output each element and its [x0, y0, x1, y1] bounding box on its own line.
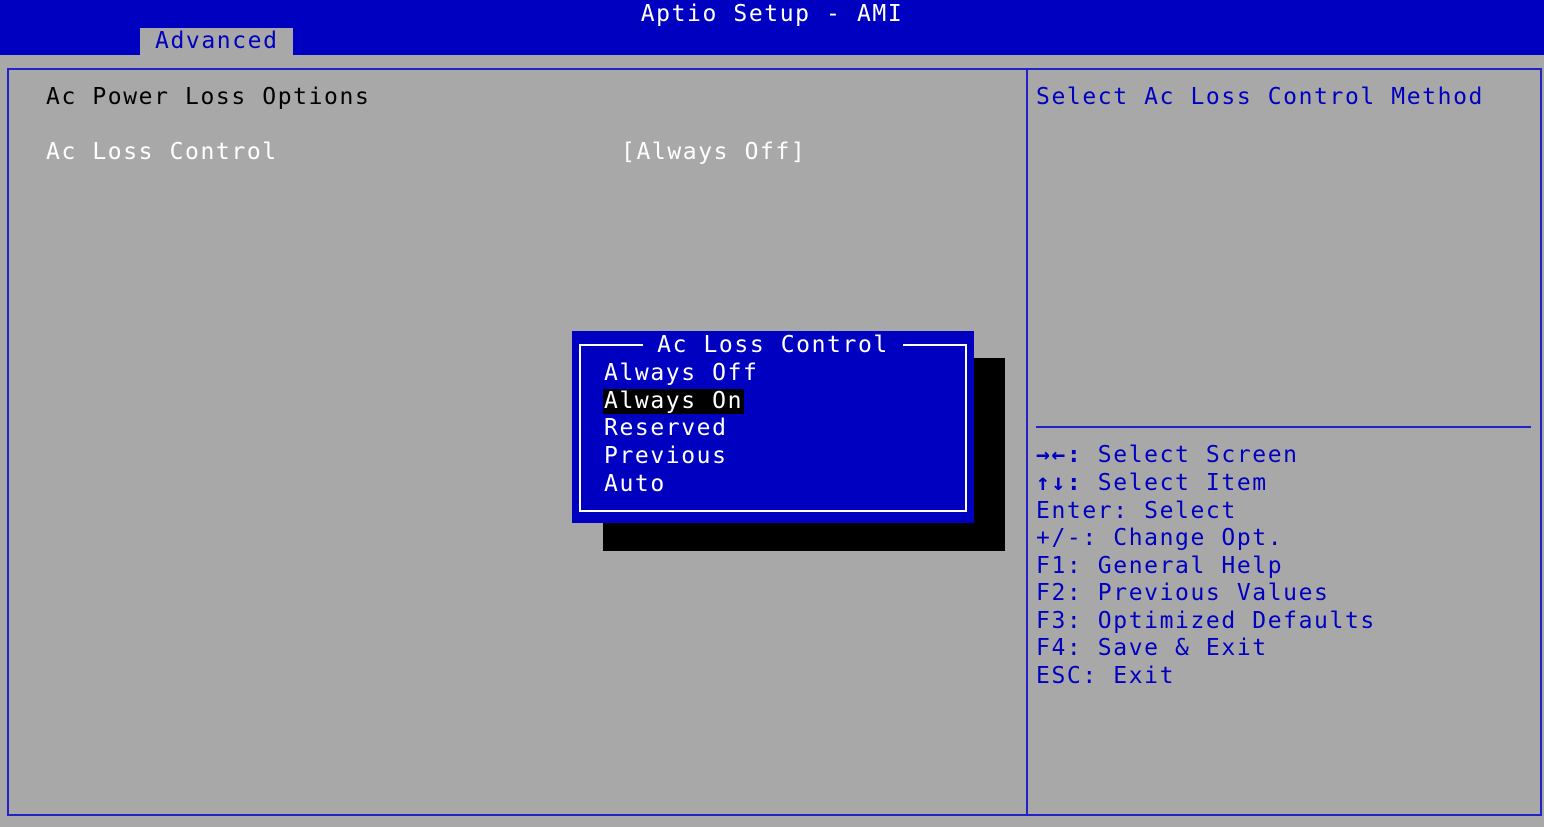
key-hint-action: Previous Values [1097, 580, 1330, 606]
popup-title: Ac Loss Control [643, 334, 903, 357]
key-hint-action: Select [1144, 498, 1237, 524]
key-hint-key: +/-: [1036, 525, 1098, 551]
key-hint-action: Exit [1113, 663, 1176, 689]
key-hint-key: F1: [1036, 553, 1083, 579]
key-hint-enter: Enter: Select [1036, 500, 1237, 523]
help-divider-horizontal [1036, 426, 1531, 428]
key-hint-action: Select Screen [1097, 442, 1299, 468]
option-always-on[interactable]: Always On [603, 389, 745, 414]
option-previous[interactable]: Previous [603, 444, 729, 469]
key-hint-change-opt: +/-: Change Opt. [1036, 527, 1283, 550]
key-hint-previous-values: F2: Previous Values [1036, 582, 1330, 605]
key-hint-optimized-defaults: F3: Optimized Defaults [1036, 610, 1376, 633]
option-reserved[interactable]: Reserved [603, 416, 729, 441]
popup-title-wrap: Ac Loss Control [572, 334, 974, 357]
key-hint-action: Save & Exit [1097, 635, 1268, 661]
left-right-arrows-icon: →←: [1036, 442, 1083, 468]
key-hint-key: Enter: [1036, 498, 1129, 524]
help-description: Select Ac Loss Control Method [1036, 84, 1484, 110]
up-down-arrows-icon: ↑↓: [1036, 470, 1083, 496]
key-hint-key: ESC: [1036, 663, 1098, 689]
option-auto[interactable]: Auto [603, 472, 667, 497]
key-hint-select-item: ↑↓: Select Item [1036, 472, 1268, 495]
option-always-off[interactable]: Always Off [603, 361, 759, 386]
key-hint-action: Select Item [1097, 470, 1268, 496]
app-title: Aptio Setup - AMI [640, 1, 904, 27]
key-hint-action: Change Opt. [1113, 525, 1284, 551]
setting-ac-loss-control-label[interactable]: Ac Loss Control [46, 141, 278, 164]
key-hint-save-exit: F4: Save & Exit [1036, 637, 1268, 660]
key-hint-key: F4: [1036, 635, 1083, 661]
key-hint-action: Optimized Defaults [1097, 608, 1376, 634]
setting-ac-loss-control-value[interactable]: [Always Off] [621, 141, 806, 164]
key-hint-select-screen: →←: Select Screen [1036, 444, 1299, 467]
tab-advanced-label: Advanced [155, 28, 279, 54]
key-hint-key: F2: [1036, 580, 1083, 606]
section-title: Ac Power Loss Options [46, 84, 371, 110]
tab-advanced[interactable]: Advanced [140, 28, 293, 55]
key-hint-key: F3: [1036, 608, 1083, 634]
key-hint-action: General Help [1097, 553, 1284, 579]
panel-divider-vertical [1026, 68, 1028, 816]
key-hint-exit: ESC: Exit [1036, 665, 1175, 688]
key-hint-general-help: F1: General Help [1036, 555, 1283, 578]
